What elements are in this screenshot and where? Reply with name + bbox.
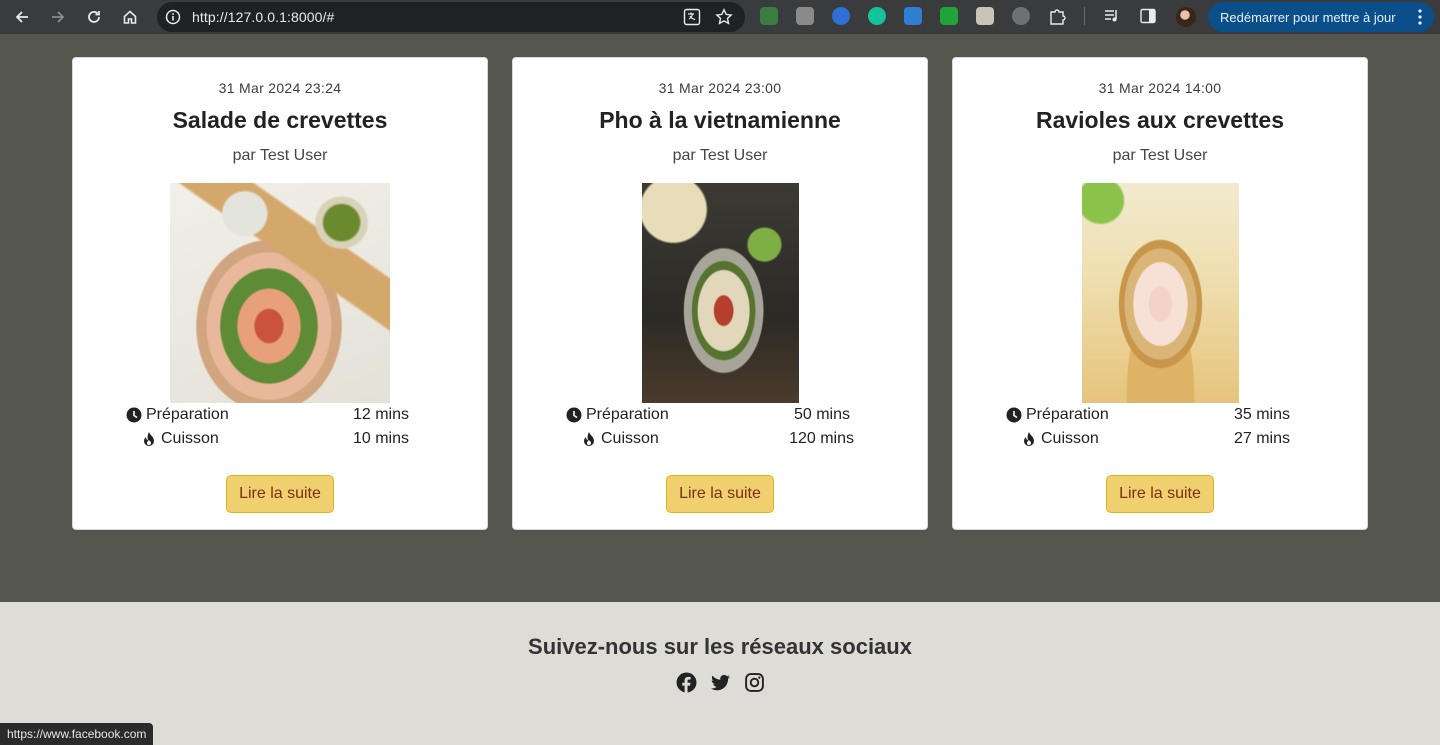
prep-label: Préparation xyxy=(1026,406,1109,423)
recipe-title: Pho à la vietnamienne xyxy=(599,107,841,133)
cook-time-row: Cuisson xyxy=(581,430,659,448)
arrow-left-icon xyxy=(15,11,28,23)
update-button-label: Redémarrer pour mettre à jour xyxy=(1220,9,1396,25)
recipe-date: 31 Mar 2024 23:00 xyxy=(658,80,782,96)
fire-icon xyxy=(584,432,594,446)
link-status-bubble: https://www.facebook.com xyxy=(0,723,154,745)
recipes-section: 31 Mar 2024 23:24 Salade de crevettes pa… xyxy=(0,34,1440,602)
footer: Suivez-nous sur les réseaux sociaux xyxy=(0,602,1440,745)
profile-avatar[interactable] xyxy=(1176,7,1196,27)
compass-extension-icon[interactable] xyxy=(832,7,850,25)
footer-title: Suivez-nous sur les réseaux sociaux xyxy=(528,634,912,659)
bookmark-star-icon[interactable] xyxy=(715,8,733,26)
update-button[interactable]: Redémarrer pour mettre à jour xyxy=(1208,2,1434,32)
cook-label: Cuisson xyxy=(161,430,219,447)
address-bar[interactable]: http://127.0.0.1:8000/# xyxy=(157,2,745,32)
recipe-date: 31 Mar 2024 14:00 xyxy=(1098,80,1222,96)
cook-value: 27 mins xyxy=(1233,430,1290,447)
clock-icon xyxy=(1006,407,1022,423)
social-links xyxy=(676,672,765,693)
puzzle-icon[interactable] xyxy=(1048,7,1066,25)
fire-icon xyxy=(144,432,154,446)
gear-extension-icon[interactable] xyxy=(1012,7,1030,25)
home-icon xyxy=(123,10,137,24)
cook-label: Cuisson xyxy=(601,430,659,447)
cook-time-row: Cuisson xyxy=(1021,430,1099,448)
recipe-date: 31 Mar 2024 23:24 xyxy=(218,80,342,96)
url-text[interactable]: http://127.0.0.1:8000/# xyxy=(192,9,334,25)
site-info-icon[interactable] xyxy=(165,9,181,25)
clock-icon xyxy=(566,407,582,423)
recipe-photo-shrimp-salad xyxy=(170,183,390,403)
prep-label: Préparation xyxy=(586,406,669,423)
recipe-card: 31 Mar 2024 23:00 Pho à la vietnamienne … xyxy=(512,57,928,530)
twitter-link[interactable] xyxy=(710,672,731,693)
prep-time-row: Préparation xyxy=(126,406,229,424)
twitter-icon xyxy=(711,674,730,691)
cook-value: 120 mins xyxy=(789,430,854,447)
clock-icon xyxy=(126,407,142,423)
toolbar-divider xyxy=(1084,7,1085,25)
mail-extension-icon[interactable] xyxy=(760,7,778,25)
kebab-menu-icon[interactable] xyxy=(1418,9,1422,25)
cook-label: Cuisson xyxy=(1041,430,1099,447)
prep-value: 35 mins xyxy=(1233,406,1290,423)
cook-value: 10 mins xyxy=(352,430,409,447)
recipe-title: Ravioles aux crevettes xyxy=(1035,107,1285,133)
facebook-icon xyxy=(676,672,697,693)
forward-button[interactable] xyxy=(40,0,76,34)
recipe-card: 31 Mar 2024 23:24 Salade de crevettes pa… xyxy=(72,57,488,530)
prep-label: Préparation xyxy=(146,406,229,423)
recipe-author: par Test User xyxy=(672,147,768,164)
recipe-photo-dumplings xyxy=(1082,183,1239,403)
read-more-button[interactable]: Lire la suite xyxy=(666,475,774,513)
recipe-photo-pho xyxy=(642,183,799,403)
back-button[interactable] xyxy=(4,0,40,34)
reload-button[interactable] xyxy=(76,0,112,34)
instagram-link[interactable] xyxy=(744,672,765,693)
k-extension-icon[interactable] xyxy=(796,7,814,25)
media-queue-icon[interactable] xyxy=(1103,7,1121,25)
stamp-extension-icon[interactable] xyxy=(976,7,994,25)
prep-value: 12 mins xyxy=(352,406,409,423)
arrow-right-icon xyxy=(52,11,65,23)
prep-value: 50 mins xyxy=(793,406,850,423)
browser-toolbar: http://127.0.0.1:8000/# Redémarrer pour … xyxy=(0,0,1440,34)
recipe-author: par Test User xyxy=(232,147,328,164)
side-panel-icon[interactable] xyxy=(1139,7,1157,25)
recipe-title: Salade de crevettes xyxy=(172,107,388,133)
reload-icon xyxy=(88,11,100,23)
prep-time-row: Préparation xyxy=(566,406,669,424)
fire-icon xyxy=(1024,432,1034,446)
on-extension-icon[interactable] xyxy=(940,7,958,25)
grammarly-extension-icon[interactable] xyxy=(868,7,886,25)
badge-extension-icon[interactable] xyxy=(904,7,922,25)
translate-icon[interactable] xyxy=(683,8,701,26)
extensions-bar xyxy=(760,7,1157,25)
recipe-card: 31 Mar 2024 14:00 Ravioles aux crevettes… xyxy=(952,57,1368,530)
read-more-button[interactable]: Lire la suite xyxy=(1106,475,1214,513)
prep-time-row: Préparation xyxy=(1006,406,1109,424)
recipe-author: par Test User xyxy=(1112,147,1208,164)
read-more-button[interactable]: Lire la suite xyxy=(226,475,334,513)
cook-time-row: Cuisson xyxy=(141,430,219,448)
instagram-icon xyxy=(745,673,764,692)
facebook-link[interactable] xyxy=(676,672,697,693)
home-button[interactable] xyxy=(112,0,148,34)
